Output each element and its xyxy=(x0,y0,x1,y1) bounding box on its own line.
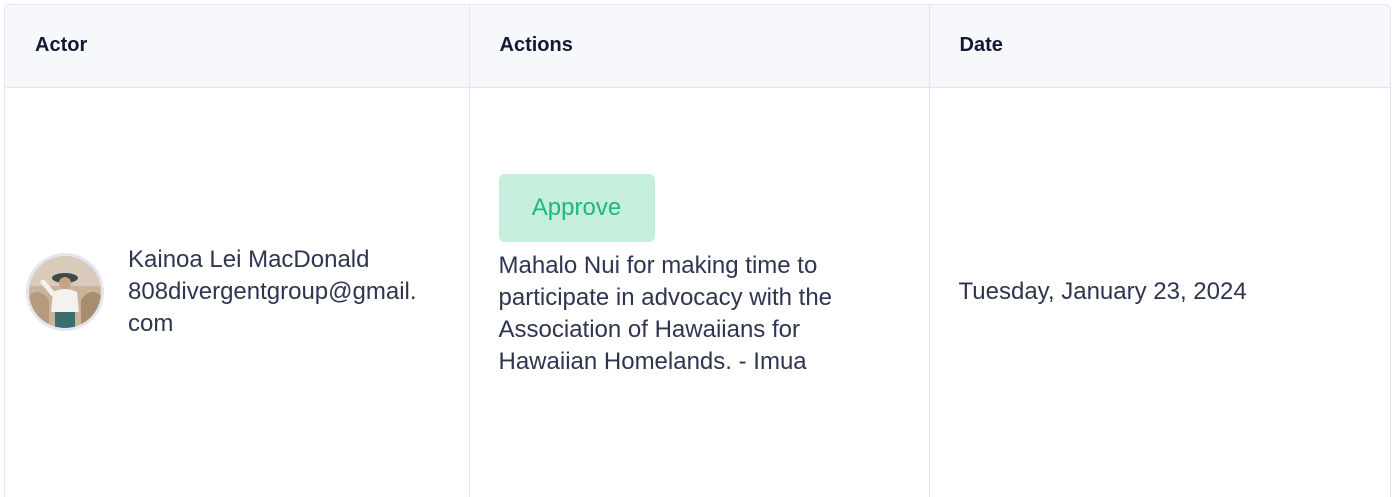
avatar-photo-icon xyxy=(29,256,101,329)
action-date: Tuesday, January 23, 2024 xyxy=(958,278,1247,306)
actor-details: Kainoa Lei MacDonald 808divergentgroup@g… xyxy=(128,244,428,340)
table-header-row: Actor Actions Date xyxy=(5,5,1390,88)
action-comment: Mahalo Nui for making time to participat… xyxy=(498,252,833,376)
audit-table-container: Actor Actions Date Kainoa Lei MacDonald … xyxy=(4,4,1391,497)
actor-name: Kainoa Lei MacDonald xyxy=(128,246,370,274)
audit-table: Actor Actions Date Kainoa Lei MacDonald … xyxy=(5,5,1390,497)
date-cell: Tuesday, January 23, 2024 xyxy=(929,87,1390,497)
avatar xyxy=(26,253,104,332)
column-header-date: Date xyxy=(929,5,1390,88)
actions-content: Approve Mahalo Nui for making time to pa… xyxy=(471,174,928,378)
actions-cell: Approve Mahalo Nui for making time to pa… xyxy=(469,87,930,497)
actor-cell: Kainoa Lei MacDonald 808divergentgroup@g… xyxy=(5,87,470,497)
column-header-actor: Actor xyxy=(5,5,470,88)
actor-email: 808divergentgroup@gmail.com xyxy=(128,278,417,338)
table-row: Kainoa Lei MacDonald 808divergentgroup@g… xyxy=(5,87,1390,497)
column-header-actions: Actions xyxy=(469,5,930,88)
approve-status-badge: Approve xyxy=(498,174,655,243)
actor-info: Kainoa Lei MacDonald 808divergentgroup@g… xyxy=(6,244,468,340)
